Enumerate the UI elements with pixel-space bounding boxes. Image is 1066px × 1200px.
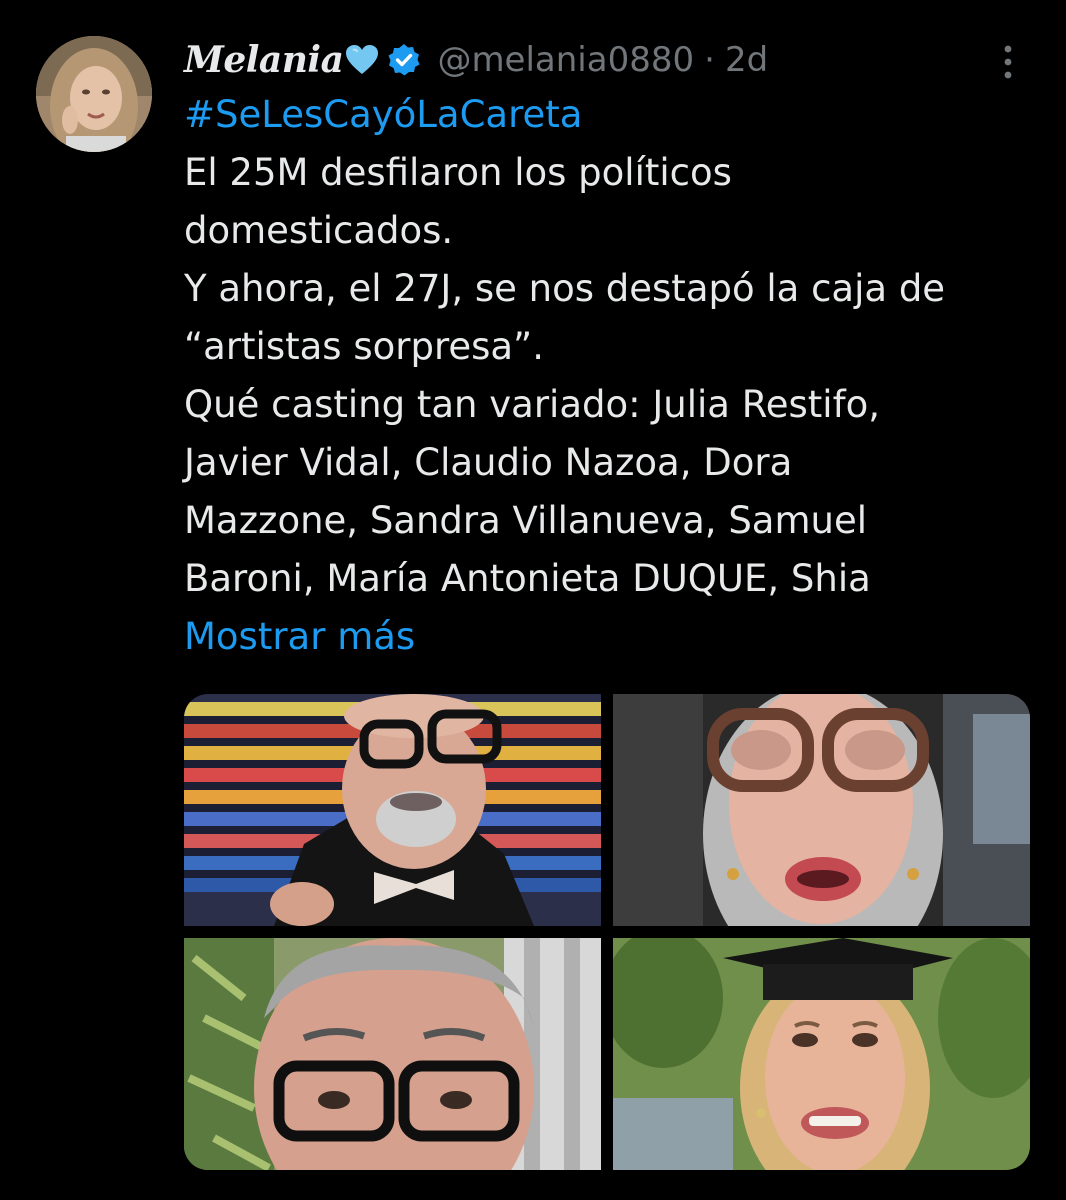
show-more-link[interactable]: Mostrar más [184, 608, 1034, 666]
media-grid [184, 694, 1030, 1170]
user-handle[interactable]: @melania0880 [437, 40, 694, 80]
tweet-line: Qué casting tan variado: Julia Restifo, [184, 383, 881, 426]
avatar-photo [36, 36, 152, 152]
avatar[interactable] [36, 36, 152, 152]
media-photo-2[interactable] [613, 694, 1030, 926]
verified-badge-icon[interactable] [387, 43, 421, 77]
timestamp[interactable]: 2d [725, 40, 768, 80]
separator-dot: · [704, 40, 715, 80]
photo-woman-glasses-car-icon [613, 694, 1030, 926]
tweet-header: Melania @melania0880 · 2d [184, 36, 768, 84]
more-options-icon[interactable] [994, 42, 1022, 82]
display-name[interactable]: Melania [184, 39, 344, 81]
hashtag-link[interactable]: #SeLesCayóLaCareta [184, 86, 1034, 144]
tweet-line: El 25M desfilaron los políticos [184, 151, 732, 194]
blue-heart-icon [345, 44, 379, 76]
tweet-line: domesticados. [184, 209, 454, 252]
photo-man-bowtie-glasses-icon [184, 694, 601, 926]
tweet-text: #SeLesCayóLaCareta El 25M desfilaron los… [184, 86, 1034, 666]
tweet-line: “artistas sorpresa”. [184, 325, 544, 368]
photo-woman-graduation-cap-icon [613, 938, 1030, 1170]
media-photo-4[interactable] [613, 938, 1030, 1170]
tweet-line: Y ahora, el 27J, se nos destapó la caja … [184, 267, 946, 310]
tweet-line: Mazzone, Sandra Villanueva, Samuel [184, 499, 868, 542]
media-photo-3[interactable] [184, 938, 601, 1170]
tweet-line: Javier Vidal, Claudio Nazoa, Dora [184, 441, 793, 484]
photo-man-gray-hair-glasses-icon [184, 938, 601, 1170]
tweet-line: Baroni, María Antonieta DUQUE, Shia [184, 557, 871, 600]
media-photo-1[interactable] [184, 694, 601, 926]
